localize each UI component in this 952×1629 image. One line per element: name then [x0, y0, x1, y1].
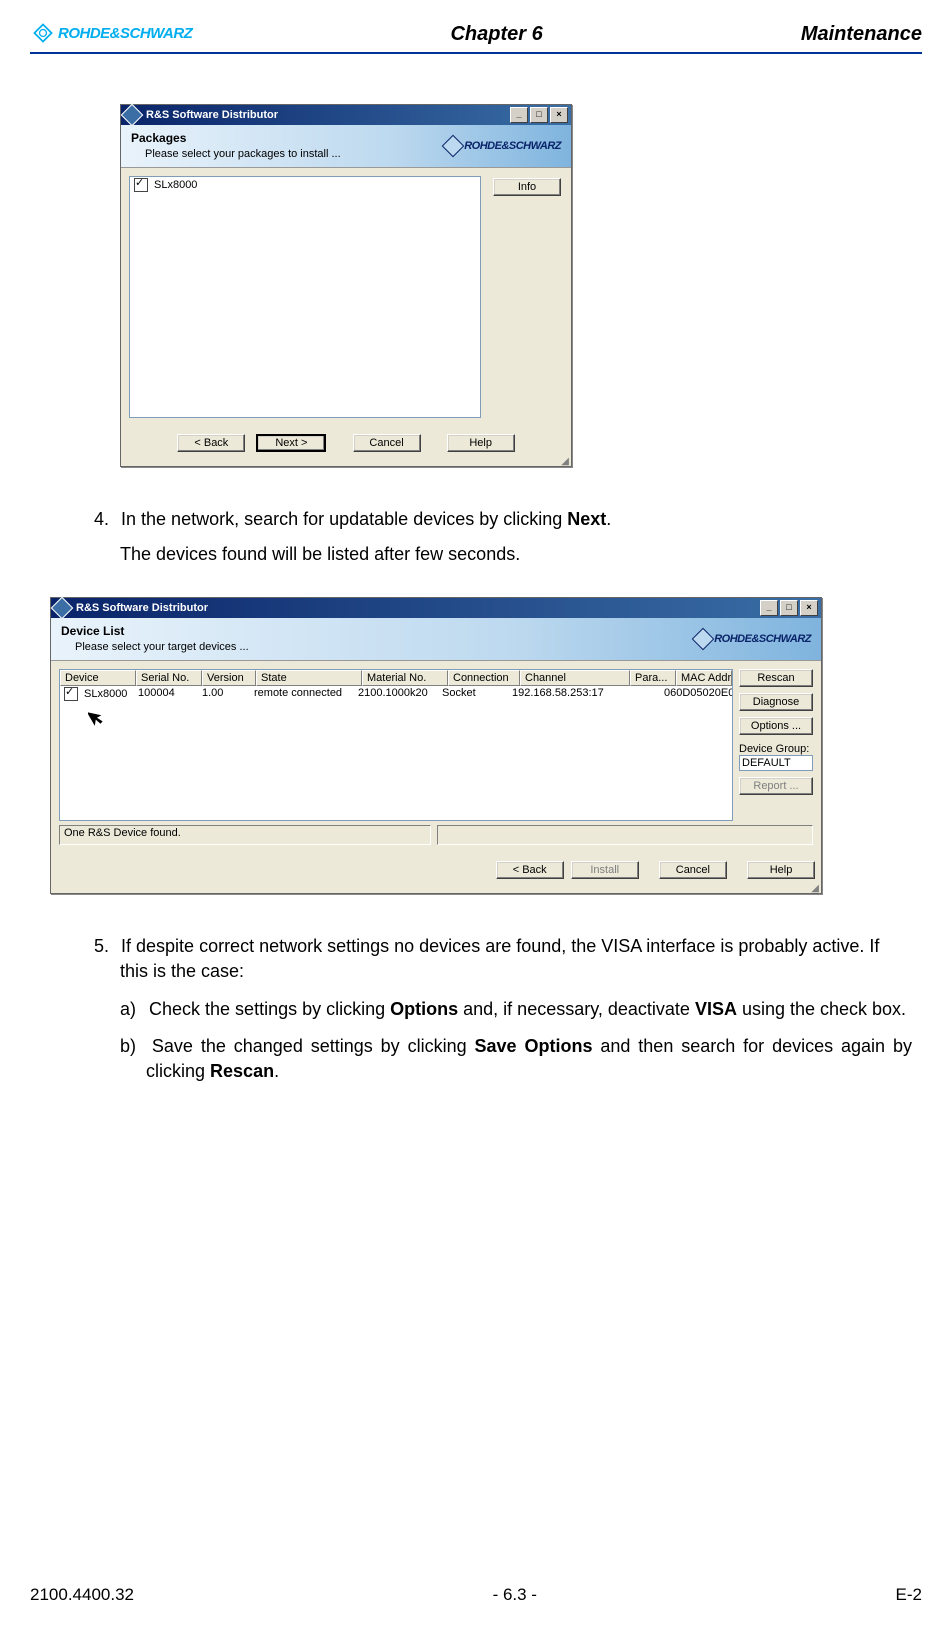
cell-mac: 060D05020E06,060D05020E07	[660, 687, 732, 701]
table-header: Device Serial No. Version State Material…	[60, 670, 732, 686]
chapter-title: Chapter 6	[192, 23, 801, 46]
col-mac[interactable]: MAC Address	[676, 670, 732, 686]
col-serial[interactable]: Serial No.	[136, 670, 202, 686]
cell-connection: Socket	[438, 687, 508, 701]
close-button[interactable]: ×	[800, 600, 818, 616]
cell-para	[616, 687, 660, 701]
step-4: 4. In the network, search for updatable …	[120, 507, 912, 532]
status-text: One R&S Device found.	[59, 825, 431, 845]
banner-subtitle: Please select your target devices ...	[61, 640, 249, 654]
banner-brand: ROHDE&SCHWARZ	[695, 631, 811, 647]
cell-device: SLx8000	[84, 688, 127, 700]
col-version[interactable]: Version	[202, 670, 256, 686]
step-number: 4.	[94, 507, 116, 532]
step-5: 5. If despite correct network settings n…	[120, 934, 912, 984]
col-device[interactable]: Device	[60, 670, 136, 686]
cell-version: 1.00	[198, 687, 250, 701]
rs-diamond-icon	[442, 135, 465, 158]
back-button[interactable]: < Back	[496, 861, 564, 879]
device-group-input[interactable]: DEFAULT	[739, 755, 813, 771]
footer-right: E-2	[896, 1585, 922, 1605]
checkbox-icon[interactable]	[64, 687, 78, 701]
window-title: R&S Software Distributor	[76, 602, 758, 614]
app-icon	[121, 104, 144, 127]
step-number: 5.	[94, 934, 116, 959]
col-state[interactable]: State	[256, 670, 362, 686]
options-button[interactable]: Options ...	[739, 717, 813, 735]
step-5b: b) Save the changed settings by clicking…	[146, 1034, 912, 1084]
screenshot-device-list: R&S Software Distributor _ □ × Device Li…	[50, 597, 912, 894]
cell-serial: 100004	[134, 687, 198, 701]
app-icon	[51, 597, 74, 620]
page-footer: 2100.4400.32 - 6.3 - E-2	[30, 1585, 922, 1605]
wizard-buttons: < Back Next > Cancel Help	[121, 426, 571, 458]
window-titlebar: R&S Software Distributor _ □ ×	[121, 105, 571, 125]
col-para[interactable]: Para...	[630, 670, 676, 686]
checkbox-icon[interactable]	[134, 178, 148, 192]
col-connection[interactable]: Connection	[448, 670, 520, 686]
back-button[interactable]: < Back	[177, 434, 245, 452]
col-material[interactable]: Material No.	[362, 670, 448, 686]
brand-text: ROHDE&SCHWARZ	[58, 25, 192, 42]
rs-diamond-icon	[692, 628, 715, 651]
sub-number: a)	[120, 997, 144, 1022]
cell-state: remote connected	[250, 687, 354, 701]
diagnose-button[interactable]: Diagnose	[739, 693, 813, 711]
resize-grip-icon[interactable]: ◢	[121, 458, 571, 466]
maximize-button[interactable]: □	[780, 600, 798, 616]
cell-material: 2100.1000k20	[354, 687, 438, 701]
brand-logo: ROHDE&SCHWARZ	[30, 20, 192, 46]
report-button[interactable]: Report ...	[739, 777, 813, 795]
help-button[interactable]: Help	[447, 434, 515, 452]
section-title: Maintenance	[801, 23, 922, 46]
minimize-button[interactable]: _	[510, 107, 528, 123]
window-titlebar: R&S Software Distributor _ □ ×	[51, 598, 821, 618]
wizard-buttons: < Back Install Cancel Help	[51, 853, 821, 885]
cursor-icon	[88, 706, 104, 726]
cancel-button[interactable]: Cancel	[659, 861, 727, 879]
wizard-banner: Device List Please select your target de…	[51, 618, 821, 661]
sub-number: b)	[120, 1034, 144, 1059]
help-button[interactable]: Help	[747, 861, 815, 879]
list-item[interactable]: SLx8000	[130, 177, 480, 193]
col-channel[interactable]: Channel	[520, 670, 630, 686]
device-table[interactable]: Device Serial No. Version State Material…	[59, 669, 733, 821]
page-header: ROHDE&SCHWARZ Chapter 6 Maintenance	[30, 20, 922, 54]
install-button[interactable]: Install	[571, 861, 639, 879]
step-4-sub: The devices found will be listed after f…	[120, 542, 912, 567]
footer-left: 2100.4400.32	[30, 1585, 134, 1605]
wizard-banner: Packages Please select your packages to …	[121, 125, 571, 168]
info-button[interactable]: Info	[493, 178, 561, 196]
rs-diamond-icon	[30, 20, 56, 46]
banner-title: Packages	[131, 131, 341, 147]
step-5a: a) Check the settings by clicking Option…	[146, 997, 912, 1022]
banner-title: Device List	[61, 624, 249, 640]
table-row[interactable]: SLx8000 100004 1.00 remote connected 210…	[60, 686, 732, 702]
cell-channel: 192.168.58.253:17	[508, 687, 616, 701]
side-buttons: Rescan Diagnose Options ... Device Group…	[733, 669, 813, 821]
footer-center: - 6.3 -	[493, 1585, 537, 1605]
banner-brand: ROHDE&SCHWARZ	[445, 138, 561, 154]
packages-listbox[interactable]: SLx8000	[129, 176, 481, 418]
close-button[interactable]: ×	[550, 107, 568, 123]
package-name: SLx8000	[154, 179, 197, 191]
window-title: R&S Software Distributor	[146, 109, 508, 121]
cancel-button[interactable]: Cancel	[353, 434, 421, 452]
minimize-button[interactable]: _	[760, 600, 778, 616]
rescan-button[interactable]: Rescan	[739, 669, 813, 687]
resize-grip-icon[interactable]: ◢	[51, 885, 821, 893]
device-group-label: Device Group:	[739, 743, 813, 755]
status-empty	[437, 825, 813, 845]
banner-subtitle: Please select your packages to install .…	[131, 147, 341, 161]
maximize-button[interactable]: □	[530, 107, 548, 123]
status-bar: One R&S Device found.	[59, 825, 813, 845]
next-button[interactable]: Next >	[256, 434, 326, 452]
screenshot-packages: R&S Software Distributor _ □ × Packages …	[120, 104, 912, 467]
